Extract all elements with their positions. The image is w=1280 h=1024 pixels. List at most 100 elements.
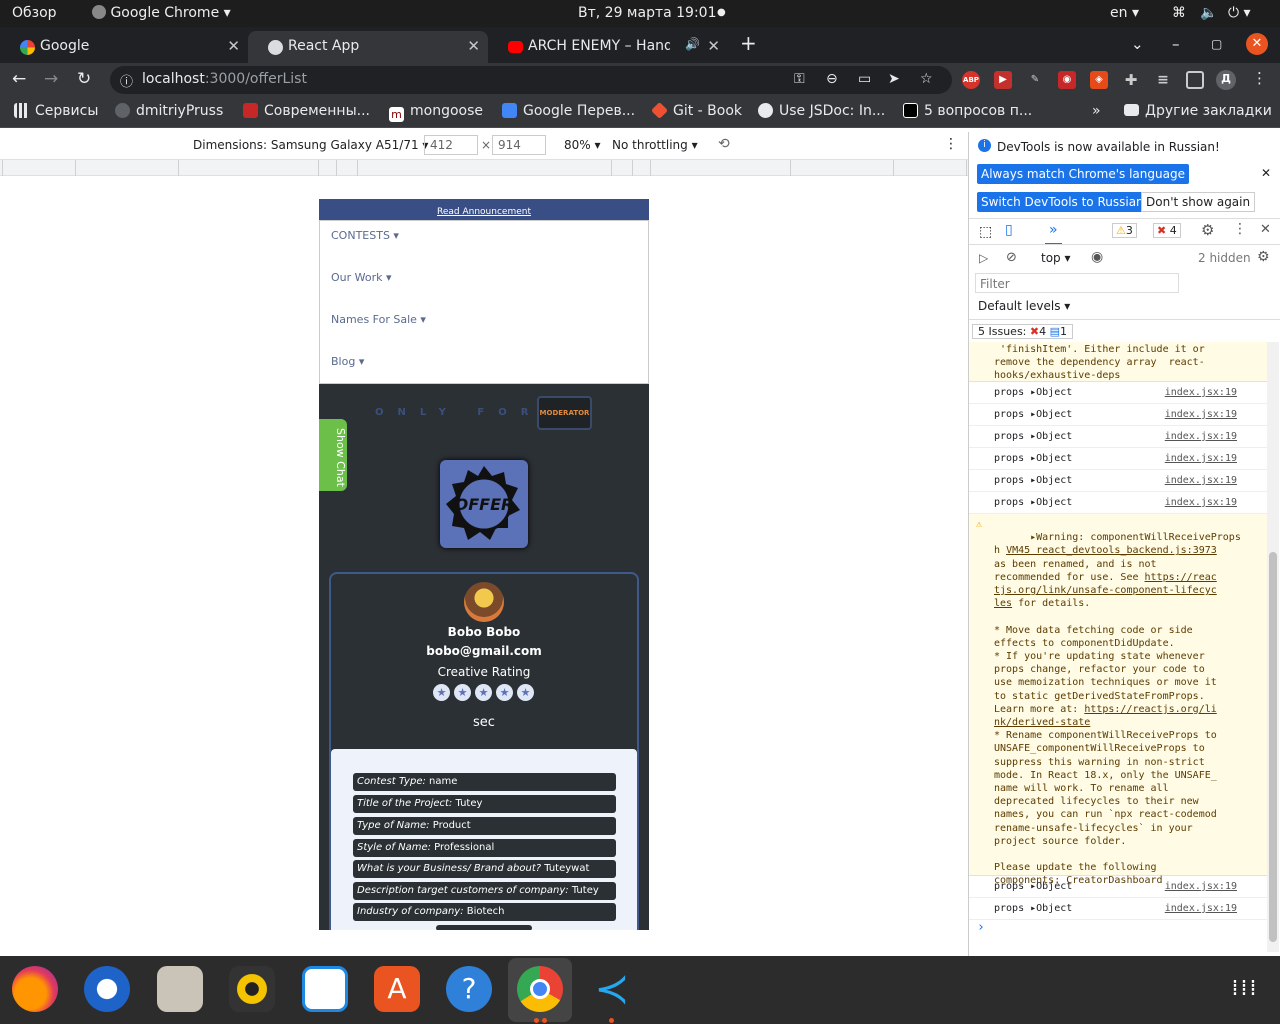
- close-notice-icon[interactable]: ✕: [1261, 166, 1271, 180]
- context-select[interactable]: top ▾: [1041, 251, 1071, 265]
- close-tab-icon[interactable]: ✕: [707, 37, 720, 55]
- bookmark-mongoose[interactable]: m mongoose: [389, 103, 483, 122]
- source-link[interactable]: index.jsx:19: [1165, 475, 1237, 486]
- partial-button[interactable]: [436, 925, 532, 930]
- menu-contests[interactable]: CONTESTS ▾: [331, 229, 399, 242]
- rhythmbox-icon[interactable]: [229, 966, 275, 1012]
- close-devtools-icon[interactable]: ✕: [1260, 222, 1271, 237]
- maximize-icon[interactable]: ▢: [1211, 37, 1222, 51]
- new-tab-button[interactable]: +: [740, 31, 757, 55]
- tab-youtube[interactable]: ARCH ENEMY – Hands 🔊 ✕: [488, 31, 728, 63]
- console-warning-react[interactable]: ⚠ ▸Warning: componentWillReceiveProps h V…: [969, 514, 1267, 886]
- profile-avatar[interactable]: Д: [1216, 70, 1236, 90]
- tab-search-icon[interactable]: ⌄: [1131, 35, 1144, 53]
- console-scrollbar[interactable]: [1267, 342, 1279, 952]
- bookmark-github[interactable]: dmitriyPruss: [115, 103, 223, 119]
- pen-icon[interactable]: ✎: [1026, 71, 1044, 89]
- forward-icon[interactable]: →: [44, 69, 58, 89]
- extensions-puzzle-icon[interactable]: ✚: [1122, 71, 1140, 89]
- thunderbird-icon[interactable]: [84, 966, 130, 1012]
- backend-source-link[interactable]: VM45 react_devtools_backend.js:3973: [1006, 545, 1217, 556]
- close-tab-icon[interactable]: ✕: [467, 37, 480, 55]
- extension-camera-icon[interactable]: ◉: [1058, 71, 1076, 89]
- clear-console-icon[interactable]: ⊘: [1006, 250, 1017, 265]
- firefox-icon[interactable]: [12, 966, 58, 1012]
- chrome-dock-icon[interactable]: [517, 966, 563, 1012]
- more-bookmarks-button[interactable]: »: [1092, 103, 1101, 119]
- device-select[interactable]: Dimensions: Samsung Galaxy A51/71 ▾: [193, 138, 428, 152]
- menu-names-for-sale[interactable]: Names For Sale ▾: [331, 313, 426, 326]
- extension-red-icon[interactable]: ▶: [994, 71, 1012, 89]
- audio-playing-icon[interactable]: 🔊: [685, 37, 700, 51]
- clock[interactable]: Вт, 29 марта 19:01: [578, 5, 716, 21]
- activities-button[interactable]: Обзор: [12, 5, 57, 21]
- sidebar-toggle-icon[interactable]: ▷: [979, 251, 988, 265]
- console-filter-input[interactable]: Filter: [975, 273, 1179, 293]
- issues-button[interactable]: 5 Issues: ✖4 ▤1: [972, 324, 1074, 339]
- switch-language-button[interactable]: Switch DevTools to Russian: [977, 192, 1148, 212]
- show-apps-grid-icon[interactable]: ⁞⁞⁞: [1222, 966, 1268, 1012]
- zoom-icon[interactable]: ⊖: [826, 71, 838, 87]
- console-log-row[interactable]: props ▸Object index.jsx:19: [969, 448, 1267, 470]
- source-link[interactable]: index.jsx:19: [1165, 431, 1237, 442]
- source-link[interactable]: index.jsx:19: [1165, 387, 1237, 398]
- console-prompt[interactable]: ›: [977, 920, 985, 935]
- source-link[interactable]: index.jsx:19: [1165, 903, 1237, 914]
- dont-show-button[interactable]: Don't show again: [1141, 192, 1256, 212]
- source-link[interactable]: index.jsx:19: [1165, 881, 1237, 892]
- devtools-menu-icon[interactable]: ⋮: [1233, 221, 1247, 237]
- settings-gear-icon[interactable]: ⚙: [1201, 221, 1214, 239]
- key-icon[interactable]: ⚿: [794, 71, 805, 87]
- volume-icon[interactable]: 🔈: [1200, 5, 1217, 21]
- side-panel-icon[interactable]: [1186, 71, 1204, 89]
- chrome-menu-icon[interactable]: ⋮: [1252, 69, 1267, 87]
- power-icon[interactable]: ⏻ ▾: [1228, 5, 1251, 21]
- device-toggle-icon[interactable]: ▯: [1005, 222, 1013, 238]
- console-log-row[interactable]: props ▸Object index.jsx:19: [969, 898, 1267, 920]
- menu-blog[interactable]: Blog ▾: [331, 355, 364, 368]
- extension-orange-icon[interactable]: ◈: [1090, 71, 1108, 89]
- back-icon[interactable]: ←: [12, 69, 26, 89]
- bookmark-questions[interactable]: 5 вопросов п...: [903, 103, 1032, 119]
- console-log-row[interactable]: props ▸Object index.jsx:19: [969, 876, 1267, 898]
- console-log-row[interactable]: props ▸Object index.jsx:19: [969, 470, 1267, 492]
- help-icon[interactable]: ?: [446, 966, 492, 1012]
- zoom-select[interactable]: 80% ▾: [564, 138, 601, 152]
- show-chat-button[interactable]: Show Chat: [319, 419, 347, 491]
- inspect-element-icon[interactable]: ⬚: [979, 224, 992, 240]
- adblock-icon[interactable]: ABP: [962, 71, 980, 89]
- source-link[interactable]: index.jsx:19: [1165, 453, 1237, 464]
- media-queue-icon[interactable]: ≡: [1154, 71, 1172, 89]
- source-link[interactable]: index.jsx:19: [1165, 409, 1237, 420]
- language-indicator[interactable]: en ▾: [1110, 5, 1139, 21]
- software-center-icon[interactable]: A: [374, 966, 420, 1012]
- read-announcement-link[interactable]: Read Announcement: [437, 207, 531, 217]
- tab-react-app[interactable]: React App ✕: [248, 31, 488, 63]
- width-input[interactable]: 412: [424, 135, 478, 155]
- bookmark-star-icon[interactable]: ☆: [920, 71, 933, 87]
- console-log-row[interactable]: props ▸Object index.jsx:19: [969, 404, 1267, 426]
- bookmark-git-book[interactable]: Git - Book: [651, 102, 742, 119]
- console-settings-icon[interactable]: ⚙: [1257, 249, 1270, 265]
- device-more-icon[interactable]: ⋮: [944, 136, 958, 152]
- address-bar[interactable]: ⓘ localhost:3000/offerList ⚿ ⊖ ▭ ➤ ☆: [110, 66, 952, 94]
- tab-google[interactable]: Google ✕: [0, 31, 248, 63]
- info-icon[interactable]: ⓘ: [120, 71, 133, 90]
- more-tabs-icon[interactable]: »: [1045, 222, 1062, 245]
- writer-icon[interactable]: [302, 966, 348, 1012]
- height-input[interactable]: 914: [492, 135, 546, 155]
- window-close-button[interactable]: ✕: [1246, 33, 1268, 55]
- other-bookmarks[interactable]: Другие закладки: [1124, 103, 1272, 119]
- rotate-icon[interactable]: ⟲: [718, 136, 730, 152]
- menu-our-work[interactable]: Our Work ▾: [331, 271, 392, 284]
- files-icon[interactable]: [157, 966, 203, 1012]
- errors-counter[interactable]: ✖ 4: [1153, 223, 1181, 238]
- offer-badge[interactable]: OFFER: [440, 460, 528, 548]
- network-icon[interactable]: ⌘: [1172, 5, 1186, 21]
- throttling-select[interactable]: No throttling ▾: [612, 138, 698, 152]
- send-icon[interactable]: ➤: [888, 71, 900, 87]
- vscode-icon[interactable]: ≺: [589, 966, 635, 1012]
- scrollbar-thumb[interactable]: [1269, 552, 1277, 942]
- console-log-row[interactable]: props ▸Object index.jsx:19: [969, 426, 1267, 448]
- match-language-button[interactable]: Always match Chrome's language: [977, 164, 1189, 184]
